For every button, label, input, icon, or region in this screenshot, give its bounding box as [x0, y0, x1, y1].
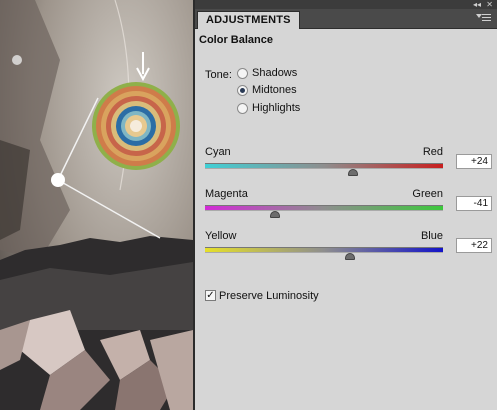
radio-button-checked[interactable] — [237, 84, 248, 96]
cyan-label: Cyan — [205, 146, 231, 158]
preserve-luminosity-option[interactable]: ✓ Preserve Luminosity — [205, 289, 319, 302]
preserve-luminosity-label: Preserve Luminosity — [219, 289, 319, 302]
panel-top-strip: ◂◂ ✕ — [195, 0, 497, 9]
magenta-label: Magenta — [205, 188, 248, 200]
radio-highlights[interactable]: Highlights — [237, 101, 300, 115]
red-label: Red — [422, 146, 443, 158]
double-left-arrow-icon[interactable]: ◂◂ — [473, 0, 481, 9]
radio-label: Highlights — [252, 102, 301, 114]
radio-label: Midtones — [252, 84, 297, 96]
radio-midtones[interactable]: Midtones — [237, 83, 297, 97]
magenta-green-slider-track[interactable] — [205, 205, 443, 211]
adjustments-panel: ◂◂ ✕ ADJUSTMENTS Color Balance Tone: Sha… — [195, 0, 497, 410]
radio-button[interactable] — [237, 67, 248, 79]
cyan-red-labels: Cyan Red — [205, 146, 443, 159]
yellow-label: Yellow — [205, 230, 237, 242]
tab-adjustments[interactable]: ADJUSTMENTS — [197, 11, 300, 29]
magenta-green-labels: Magenta Green — [205, 188, 443, 201]
canvas-artwork — [0, 0, 193, 410]
panel-title: Color Balance — [199, 34, 273, 46]
panel-tab-bar: ADJUSTMENTS — [195, 9, 497, 29]
radio-shadows[interactable]: Shadows — [237, 66, 297, 80]
close-icon[interactable]: ✕ — [486, 0, 493, 9]
green-label: Green — [412, 188, 443, 200]
yellow-blue-slider-track[interactable] — [205, 247, 443, 253]
yellow-blue-labels: Yellow Blue — [205, 230, 443, 243]
cyan-red-value-field[interactable]: +24 — [456, 154, 492, 169]
radio-button[interactable] — [237, 102, 248, 114]
cyan-red-slider-track[interactable] — [205, 163, 443, 169]
preserve-luminosity-checkbox[interactable]: ✓ — [205, 290, 216, 301]
blue-label: Blue — [420, 230, 443, 242]
panel-menu-icon[interactable] — [476, 14, 491, 23]
yellow-blue-value-field[interactable]: +22 — [456, 238, 492, 253]
radio-label: Shadows — [252, 67, 298, 79]
tone-label: Tone: — [205, 69, 232, 81]
magenta-green-value-field[interactable]: -41 — [456, 196, 492, 211]
